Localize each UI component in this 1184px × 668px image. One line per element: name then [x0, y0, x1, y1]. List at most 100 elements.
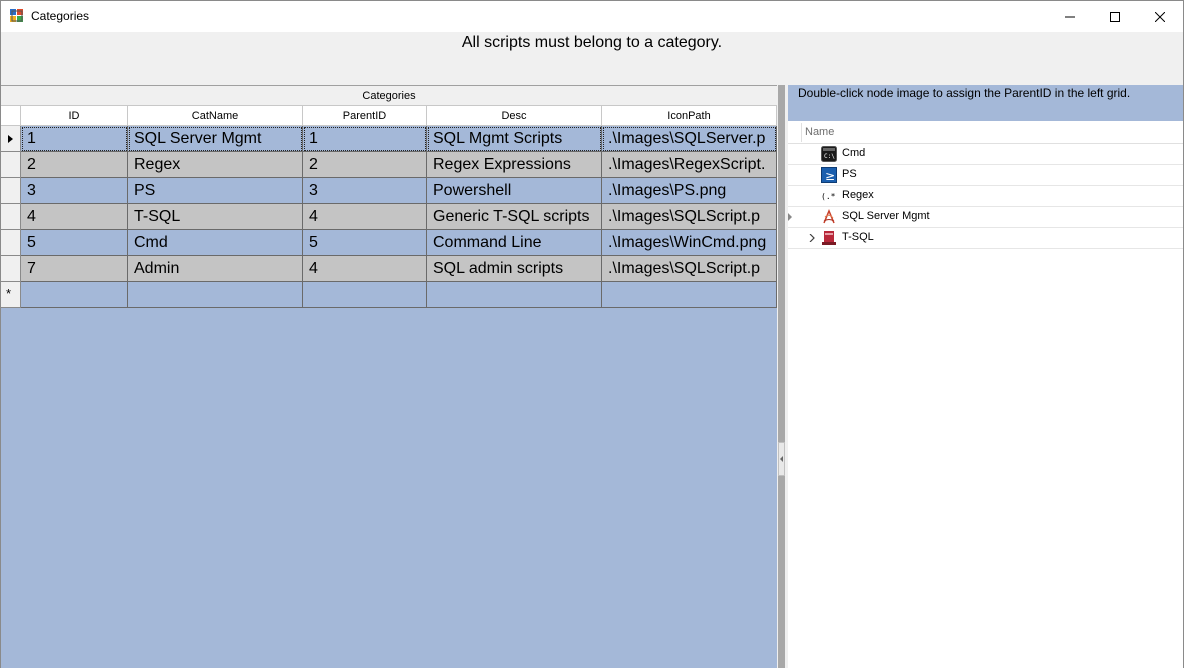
grid-caption: Categories — [1, 86, 777, 106]
column-header-parentid[interactable]: ParentID — [303, 106, 427, 126]
tree-node-sql-server-mgmt[interactable]: SQL Server Mgmt — [788, 207, 1183, 228]
tree-node-label: T-SQL — [842, 231, 874, 243]
row-header[interactable]: * — [1, 282, 21, 308]
cell-catname[interactable] — [128, 282, 303, 308]
row-header[interactable] — [1, 126, 21, 152]
close-button[interactable] — [1137, 1, 1183, 32]
regex-icon[interactable]: (.*) — [821, 188, 837, 204]
svg-text:≥: ≥ — [825, 169, 835, 183]
cell-iconpath[interactable]: .\Images\SQLServer.p — [602, 126, 777, 152]
category-tree[interactable]: Name C:\ Cmd ≥ PS (.*) Regex — [788, 121, 1183, 668]
maximize-icon — [1110, 11, 1120, 22]
table-row[interactable]: 2 Regex 2 Regex Expressions .\Images\Reg… — [1, 152, 777, 178]
cell-desc[interactable]: SQL Mgmt Scripts — [427, 126, 602, 152]
cell-iconpath[interactable]: .\Images\SQLScript.p — [602, 256, 777, 282]
panel-splitter[interactable] — [777, 85, 788, 668]
tree-node-label: PS — [842, 168, 857, 180]
cell-id[interactable]: 3 — [21, 178, 128, 204]
row-header[interactable] — [1, 178, 21, 204]
new-row-marker-icon: * — [6, 286, 12, 301]
cell-iconpath[interactable]: .\Images\RegexScript. — [602, 152, 777, 178]
tree-node-cmd[interactable]: C:\ Cmd — [788, 144, 1183, 165]
title-bar[interactable]: Categories — [1, 1, 1183, 32]
cell-parentid[interactable]: 2 — [303, 152, 427, 178]
close-icon — [1155, 11, 1165, 22]
tree-column-name-label: Name — [805, 126, 835, 138]
cell-id[interactable]: 2 — [21, 152, 128, 178]
svg-text:C:\: C:\ — [824, 153, 835, 160]
column-header-catname[interactable]: CatName — [128, 106, 303, 126]
splitter-bar[interactable] — [778, 85, 785, 668]
table-row[interactable]: 7 Admin 4 SQL admin scripts .\Images\SQL… — [1, 256, 777, 282]
cell-iconpath[interactable]: .\Images\PS.png — [602, 178, 777, 204]
tree-node-label: SQL Server Mgmt — [842, 210, 930, 222]
row-header[interactable] — [1, 230, 21, 256]
window-title: Categories — [31, 9, 90, 23]
cell-desc[interactable]: Command Line — [427, 230, 602, 256]
cell-desc[interactable]: Regex Expressions — [427, 152, 602, 178]
cell-id[interactable]: 7 — [21, 256, 128, 282]
cell-parentid[interactable]: 3 — [303, 178, 427, 204]
new-row[interactable]: * — [1, 282, 777, 308]
grid-corner-header[interactable] — [1, 106, 21, 126]
cell-parentid[interactable]: 1 — [303, 126, 427, 152]
table-row[interactable]: 1 SQL Server Mgmt 1 SQL Mgmt Scripts .\I… — [1, 126, 777, 152]
cell-parentid[interactable]: 5 — [303, 230, 427, 256]
cell-iconpath[interactable] — [602, 282, 777, 308]
cell-catname[interactable]: Regex — [128, 152, 303, 178]
cell-iconpath[interactable]: .\Images\SQLScript.p — [602, 204, 777, 230]
expand-chevron-icon[interactable] — [808, 234, 816, 242]
cell-id[interactable] — [21, 282, 128, 308]
cmd-icon[interactable]: C:\ — [821, 146, 837, 162]
header-area: All scripts must belong to a category. — [1, 32, 1183, 85]
categories-app-icon — [10, 9, 23, 22]
cell-id[interactable]: 5 — [21, 230, 128, 256]
cell-parentid[interactable]: 4 — [303, 204, 427, 230]
tree-node-ps[interactable]: ≥ PS — [788, 165, 1183, 186]
cell-desc[interactable] — [427, 282, 602, 308]
tsql-icon[interactable] — [821, 230, 837, 246]
svg-text:(.*): (.*) — [821, 192, 837, 201]
splitter-collapse-handle[interactable] — [778, 442, 785, 476]
cell-parentid[interactable] — [303, 282, 427, 308]
collapse-left-icon — [780, 456, 783, 462]
maximize-button[interactable] — [1092, 1, 1138, 32]
row-header[interactable] — [1, 204, 21, 230]
cell-catname[interactable]: PS — [128, 178, 303, 204]
powershell-icon[interactable]: ≥ — [821, 167, 837, 183]
sql-server-icon[interactable] — [821, 209, 837, 225]
header-divider — [801, 123, 802, 142]
table-row[interactable]: 5 Cmd 5 Command Line .\Images\WinCmd.png — [1, 230, 777, 256]
column-header-id[interactable]: ID — [21, 106, 128, 126]
cell-catname[interactable]: Cmd — [128, 230, 303, 256]
cell-catname[interactable]: Admin — [128, 256, 303, 282]
cell-iconpath[interactable]: .\Images\WinCmd.png — [602, 230, 777, 256]
categories-grid[interactable]: Categories ID CatName ParentID Desc Icon… — [1, 85, 777, 668]
row-header[interactable] — [1, 152, 21, 178]
cell-parentid[interactable]: 4 — [303, 256, 427, 282]
categories-window: Categories All scripts must belong to a … — [0, 0, 1184, 668]
tree-node-label: Regex — [842, 189, 874, 201]
column-header-iconpath[interactable]: IconPath — [602, 106, 777, 126]
column-header-desc[interactable]: Desc — [427, 106, 602, 126]
table-row[interactable]: 4 T-SQL 4 Generic T-SQL scripts .\Images… — [1, 204, 777, 230]
cell-desc[interactable]: Powershell — [427, 178, 602, 204]
instruction-label: All scripts must belong to a category. — [461, 34, 723, 51]
minimize-icon — [1065, 16, 1075, 17]
table-row[interactable]: 3 PS 3 Powershell .\Images\PS.png — [1, 178, 777, 204]
grid-column-headers: ID CatName ParentID Desc IconPath — [1, 106, 777, 126]
cell-catname[interactable]: T-SQL — [128, 204, 303, 230]
tree-instruction-label: Double-click node image to assign the Pa… — [798, 86, 1131, 100]
current-row-arrow-icon — [8, 135, 13, 143]
tree-node-tsql[interactable]: T-SQL — [788, 228, 1183, 249]
cell-id[interactable]: 1 — [21, 126, 128, 152]
cell-catname[interactable]: SQL Server Mgmt — [128, 126, 303, 152]
cell-desc[interactable]: Generic T-SQL scripts — [427, 204, 602, 230]
tree-node-label: Cmd — [842, 147, 866, 159]
tree-node-regex[interactable]: (.*) Regex — [788, 186, 1183, 207]
minimize-button[interactable] — [1047, 1, 1093, 32]
cell-id[interactable]: 4 — [21, 204, 128, 230]
row-header[interactable] — [1, 256, 21, 282]
tree-column-header[interactable]: Name — [788, 121, 1183, 144]
cell-desc[interactable]: SQL admin scripts — [427, 256, 602, 282]
